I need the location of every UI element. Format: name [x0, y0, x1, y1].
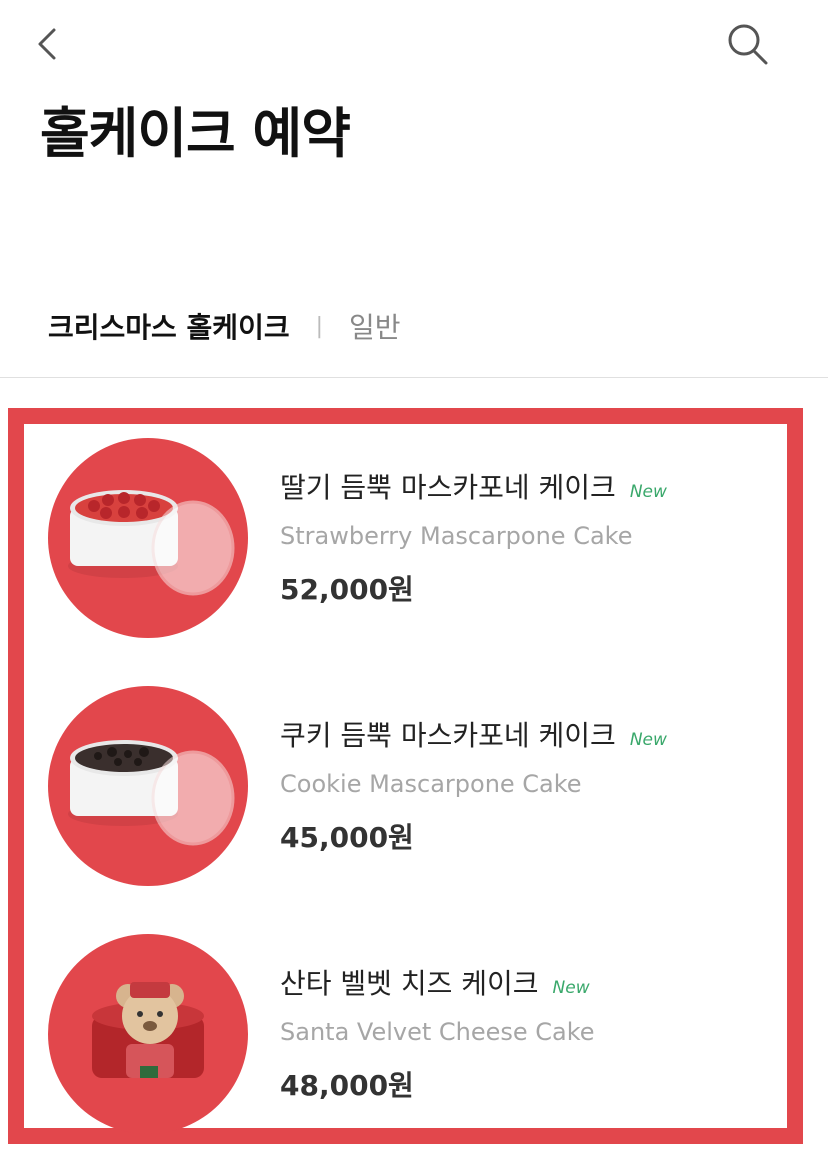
product-item-strawberry[interactable]: 딸기 듬뿍 마스카포네 케이크 New Strawberry Mascarpon… — [48, 438, 788, 638]
product-name: 쿠키 듬뿍 마스카포네 케이크 — [280, 719, 616, 752]
cookie-cake-image — [68, 740, 235, 846]
back-button[interactable] — [18, 14, 78, 74]
new-badge: New — [552, 978, 590, 998]
strawberry-cake-image — [68, 490, 235, 596]
product-item-santa[interactable]: 산타 벨벳 치즈 케이크 New Santa Velvet Cheese Cak… — [48, 934, 788, 1134]
product-english-name: Strawberry Mascarpone Cake — [280, 522, 633, 550]
product-thumbnail — [48, 686, 248, 886]
tab-general[interactable]: 일반 — [349, 306, 401, 346]
search-button[interactable] — [718, 14, 778, 74]
product-price: 45,000원 — [280, 821, 414, 854]
product-thumbnail — [48, 934, 248, 1134]
product-thumbnail — [48, 438, 248, 638]
tab-christmas-whole-cake[interactable]: 크리스마스 홀케이크 — [48, 306, 290, 346]
product-name: 딸기 듬뿍 마스카포네 케이크 — [280, 471, 616, 504]
product-name: 산타 벨벳 치즈 케이크 — [280, 967, 539, 1000]
santa-cake-image — [92, 982, 204, 1078]
product-info: 산타 벨벳 치즈 케이크 New Santa Velvet Cheese Cak… — [280, 962, 780, 1104]
chevron-left-icon — [38, 28, 56, 60]
header-divider — [0, 377, 828, 378]
product-english-name: Cookie Mascarpone Cake — [280, 770, 582, 798]
product-english-name: Santa Velvet Cheese Cake — [280, 1018, 595, 1046]
new-badge: New — [629, 730, 667, 750]
category-tabs: 크리스마스 홀케이크 | 일반 — [48, 304, 401, 348]
new-badge: New — [629, 482, 667, 502]
product-info: 딸기 듬뿍 마스카포네 케이크 New Strawberry Mascarpon… — [280, 466, 780, 608]
product-price: 52,000원 — [280, 573, 414, 606]
page-title: 홀케이크 예약 — [40, 102, 351, 165]
product-price: 48,000원 — [280, 1069, 414, 1102]
tab-separator: | — [315, 313, 324, 339]
product-item-cookie[interactable]: 쿠키 듬뿍 마스카포네 케이크 New Cookie Mascarpone Ca… — [48, 686, 788, 886]
product-info: 쿠키 듬뿍 마스카포네 케이크 New Cookie Mascarpone Ca… — [280, 714, 780, 856]
search-icon — [728, 24, 768, 65]
